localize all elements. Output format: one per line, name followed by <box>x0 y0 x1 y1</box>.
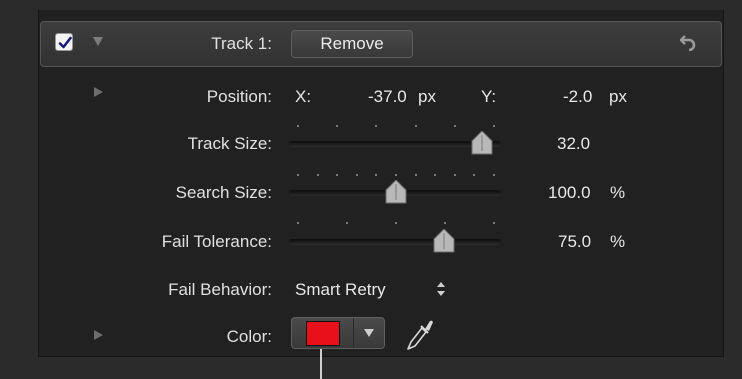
slider-tick <box>414 125 417 127</box>
position-label: Position: <box>206 87 272 106</box>
position-y-unit: px <box>609 87 627 106</box>
fail-tolerance-label: Fail Tolerance: <box>161 232 272 251</box>
slider-tick <box>316 174 319 176</box>
checkmark-icon <box>58 36 72 49</box>
track-size-slider[interactable] <box>289 141 501 147</box>
position-y-value[interactable]: -2.0 <box>563 87 592 107</box>
fail-behavior-label: Fail Behavior: <box>168 280 272 299</box>
position-x-label: X: <box>295 87 312 106</box>
color-disclosure-icon[interactable] <box>94 330 103 340</box>
slider-tick <box>297 222 299 224</box>
slider-tick <box>395 174 397 176</box>
slider-tick <box>297 125 299 127</box>
fail-tolerance-unit: % <box>610 232 626 251</box>
position-x-unit: px <box>418 87 436 106</box>
color-swatch[interactable] <box>306 321 340 346</box>
position-disclosure-icon[interactable] <box>94 87 103 97</box>
track-size-slider-thumb[interactable] <box>471 131 493 155</box>
track-size-ticks <box>289 125 501 128</box>
fail-behavior-popup[interactable]: Smart Retry <box>295 280 386 300</box>
fail-tolerance-slider-thumb[interactable] <box>433 229 455 253</box>
color-well-divider <box>353 318 354 348</box>
slider-tick <box>346 222 348 224</box>
fail-tolerance-ticks <box>289 222 501 225</box>
track-size-label: Track Size: <box>187 134 272 153</box>
slider-tick <box>453 125 456 127</box>
position-x-value[interactable]: -37.0 <box>368 87 407 107</box>
reset-arrow-icon[interactable] <box>680 33 696 51</box>
track-enabled-checkbox[interactable] <box>55 33 73 51</box>
slider-tick <box>395 222 397 224</box>
search-size-label: Search Size: <box>175 183 272 202</box>
slider-tick <box>375 125 378 127</box>
slider-tick <box>453 174 456 176</box>
track-title: Track 1: <box>211 34 272 53</box>
slider-tick <box>473 174 476 176</box>
slider-tick <box>297 174 299 176</box>
position-y-label: Y: <box>481 87 497 106</box>
slider-tick <box>375 174 378 176</box>
slider-tick <box>493 125 495 127</box>
fail-tolerance-value[interactable]: 75.0 <box>558 232 591 252</box>
slider-tick <box>444 222 446 224</box>
fail-tolerance-slider[interactable] <box>289 239 501 245</box>
slider-tick <box>355 174 358 176</box>
remove-button[interactable]: Remove <box>291 30 413 58</box>
color-label: Color: <box>226 327 272 346</box>
slider-tick <box>493 174 495 176</box>
up-down-stepper-icon[interactable] <box>436 280 446 298</box>
search-size-slider-thumb[interactable] <box>385 180 407 204</box>
search-size-unit: % <box>610 183 626 202</box>
slider-tick <box>434 174 437 176</box>
disclosure-triangle-icon[interactable] <box>93 37 103 46</box>
search-size-value[interactable]: 100.0 <box>548 183 591 203</box>
eyedropper-icon[interactable] <box>404 316 434 352</box>
callout-line <box>320 349 322 379</box>
track-size-value[interactable]: 32.0 <box>557 134 590 154</box>
search-size-ticks <box>289 174 501 177</box>
slider-tick <box>336 174 339 176</box>
slider-tick <box>414 174 417 176</box>
chevron-down-icon[interactable] <box>364 329 374 337</box>
slider-tick <box>493 222 495 224</box>
slider-tick <box>336 125 339 127</box>
